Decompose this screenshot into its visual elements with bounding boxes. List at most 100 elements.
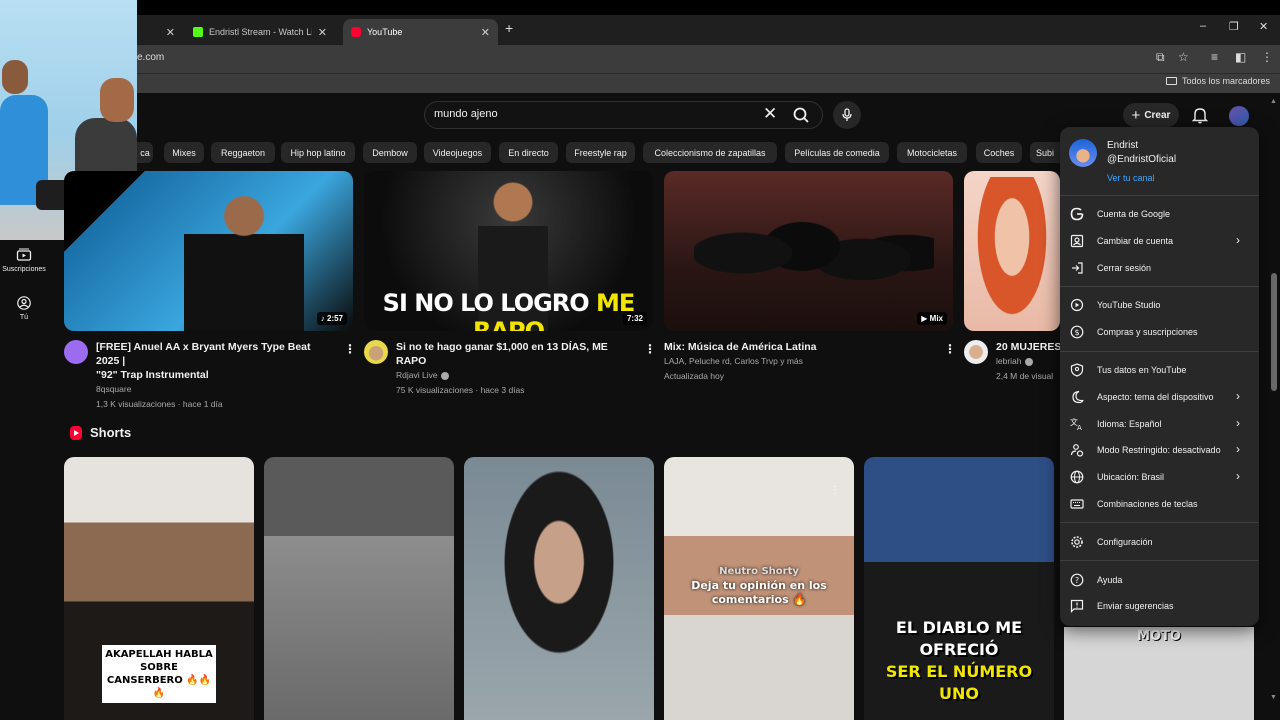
video-menu-icon[interactable]: ⋮ [644,342,656,356]
scrollbar[interactable] [1268,96,1280,720]
menu-item-settings[interactable]: Configuración [1060,529,1259,555]
video-menu-icon[interactable]: ⋮ [944,342,956,356]
short-caption: MOTO [1137,629,1181,644]
microphone-icon [842,108,852,121]
video-thumbnail[interactable]: ▶ Mix [664,171,953,331]
address-bar [0,45,1280,73]
browser-menu-icon[interactable]: ⋮ [1261,50,1273,64]
channel-name[interactable]: 8qsquare [96,382,336,397]
menu-item-language[interactable]: 文 A Idioma: Español › [1060,411,1259,437]
sidebar-item-subscriptions[interactable]: Suscripciones [0,248,48,273]
notifications-bell-icon[interactable] [1192,106,1208,124]
sign-out-icon [1072,262,1083,274]
video-title[interactable]: 20 MUJERES [996,340,1060,354]
menu-item-sign-out[interactable]: Cerrar sesión [1060,255,1259,281]
restore-icon[interactable]: ❐ [1229,20,1239,33]
menu-item-google-account[interactable]: Cuenta de Google [1060,201,1259,227]
menu-item-keyboard-shortcuts[interactable]: Combinaciones de teclas [1060,491,1259,517]
channel-name[interactable]: Rdjavi Live [396,368,641,383]
menu-item-your-data[interactable]: Tus datos en YouTube [1060,357,1259,383]
svg-text:?: ? [1075,576,1079,585]
sidebar-item-you[interactable]: Tú [0,296,48,321]
media-control-icon[interactable]: ≡ [1211,50,1218,64]
voice-search-button[interactable] [833,101,861,129]
new-tab-button[interactable]: + [505,20,513,36]
close-tab-icon[interactable]: ✕ [481,26,490,39]
chip-category[interactable]: Subi [1030,142,1060,163]
channel-avatar[interactable] [964,340,988,364]
channel-name[interactable]: lebriah [996,354,1060,369]
scroll-up-icon[interactable]: ▲ [1270,98,1277,105]
globe-icon [1070,470,1084,484]
video-thumbnail[interactable]: ♪ 2:57 [64,171,353,331]
video-thumbnail[interactable] [964,171,1060,331]
short-card[interactable] [464,457,654,720]
view-channel-link[interactable]: Ver tu canal [1107,173,1155,183]
short-card[interactable]: ⋮ Neutro Shorty Deja tu opinión en los c… [664,457,854,720]
menu-divider [1060,560,1259,561]
shield-user-icon [1070,363,1084,377]
video-title-line2[interactable]: "92" Trap Instrumental [96,368,336,382]
video-menu-icon[interactable]: ⋮ [344,342,356,356]
svg-text:$: $ [1074,328,1079,337]
tab-previous[interactable]: ✕ [137,19,183,45]
short-card[interactable]: MOTO [1064,627,1254,720]
channel-name[interactable]: LAJA, Peluche rd, Carlos Trvp y más [664,354,934,369]
menu-item-feedback[interactable]: Enviar sugerencias [1060,593,1259,619]
install-app-icon[interactable]: ⧉ [1156,50,1165,65]
youtube-favicon-icon [351,27,361,37]
short-card[interactable] [264,457,454,720]
short-caption: Neutro Shorty Deja tu opinión en los com… [691,566,827,606]
close-tab-icon[interactable]: ✕ [318,26,327,39]
channel-avatar[interactable] [64,340,88,364]
tab-youtube[interactable]: YouTube ✕ [343,19,498,45]
profile-icon[interactable]: ◧ [1235,50,1246,64]
menu-item-appearance[interactable]: Aspecto: tema del dispositivo › [1060,384,1259,410]
chevron-right-icon: › [1236,469,1240,483]
menu-item-purchases[interactable]: $ Compras y suscripciones [1060,319,1259,345]
account-name-block: Endrist @EndristOficial [1107,139,1176,167]
short-menu-icon[interactable]: ⋮ [830,485,840,496]
search-icon[interactable] [786,103,816,127]
bookmark-star-icon[interactable]: ☆ [1178,50,1189,64]
url-field[interactable]: e.com [137,52,164,63]
menu-item-location[interactable]: Ubicación: Brasil › [1060,464,1259,490]
chip-category[interactable]: Freestyle rap [566,142,635,163]
chip-category[interactable]: ca [137,142,153,163]
svg-text:A: A [1077,424,1082,431]
chip-category[interactable]: En directo [499,142,558,163]
video-title[interactable]: Mix: Música de América Latina [664,340,934,354]
chip-category[interactable]: Coches [976,142,1022,163]
chip-category[interactable]: Hip hop latino [281,142,355,163]
minimize-icon[interactable]: – [1200,20,1206,32]
channel-avatar[interactable] [364,340,388,364]
create-button[interactable]: + Crear [1123,103,1179,127]
menu-item-restricted-mode[interactable]: Modo Restringido: desactivado › [1060,437,1259,463]
chip-category[interactable]: Películas de comedia [785,142,889,163]
short-card[interactable]: EL DIABLO ME OFRECIÓ SER EL NÚMERO UNO [864,457,1054,720]
clear-search-icon[interactable]: ✕ [763,104,777,124]
close-window-icon[interactable]: ✕ [1259,20,1268,33]
chip-category[interactable]: Dembow [363,142,417,163]
chip-category[interactable]: Mixes [164,142,204,163]
scroll-down-icon[interactable]: ▼ [1270,694,1277,701]
scrollbar-thumb[interactable] [1271,273,1277,391]
close-tab-icon[interactable]: ✕ [166,26,175,39]
account-avatar-button[interactable] [1229,106,1249,126]
subscriptions-icon [16,248,32,261]
chip-category[interactable]: Videojuegos [424,142,491,163]
menu-item-youtube-studio[interactable]: YouTube Studio [1060,292,1259,318]
video-thumbnail[interactable]: SI NO LO LOGRO ME RAPO 7:32 [364,171,653,331]
video-title[interactable]: Si no te hago ganar $1,000 en 13 DÍAS, M… [396,340,641,368]
menu-item-help[interactable]: ? Ayuda [1060,567,1259,593]
chip-category[interactable]: Coleccionismo de zapatillas [643,142,777,163]
account-handle: @EndristOficial [1107,154,1177,165]
menu-item-switch-account[interactable]: Cambiar de cuenta › [1060,228,1259,254]
tab-endristl-stream[interactable]: Endristl Stream - Watch Live on ✕ [185,19,335,45]
all-bookmarks-button[interactable]: Todos los marcadores [1165,76,1270,86]
chip-category[interactable]: Reggaeton [211,142,275,163]
short-card[interactable]: AKAPELLAH HABLA SOBRE CANSERBERO 🔥🔥🔥 [64,457,254,720]
video-info: [FREE] Anuel AA x Bryant Myers Type Beat… [96,340,336,412]
chip-category[interactable]: Motocicletas [897,142,967,163]
video-title[interactable]: [FREE] Anuel AA x Bryant Myers Type Beat… [96,340,336,368]
